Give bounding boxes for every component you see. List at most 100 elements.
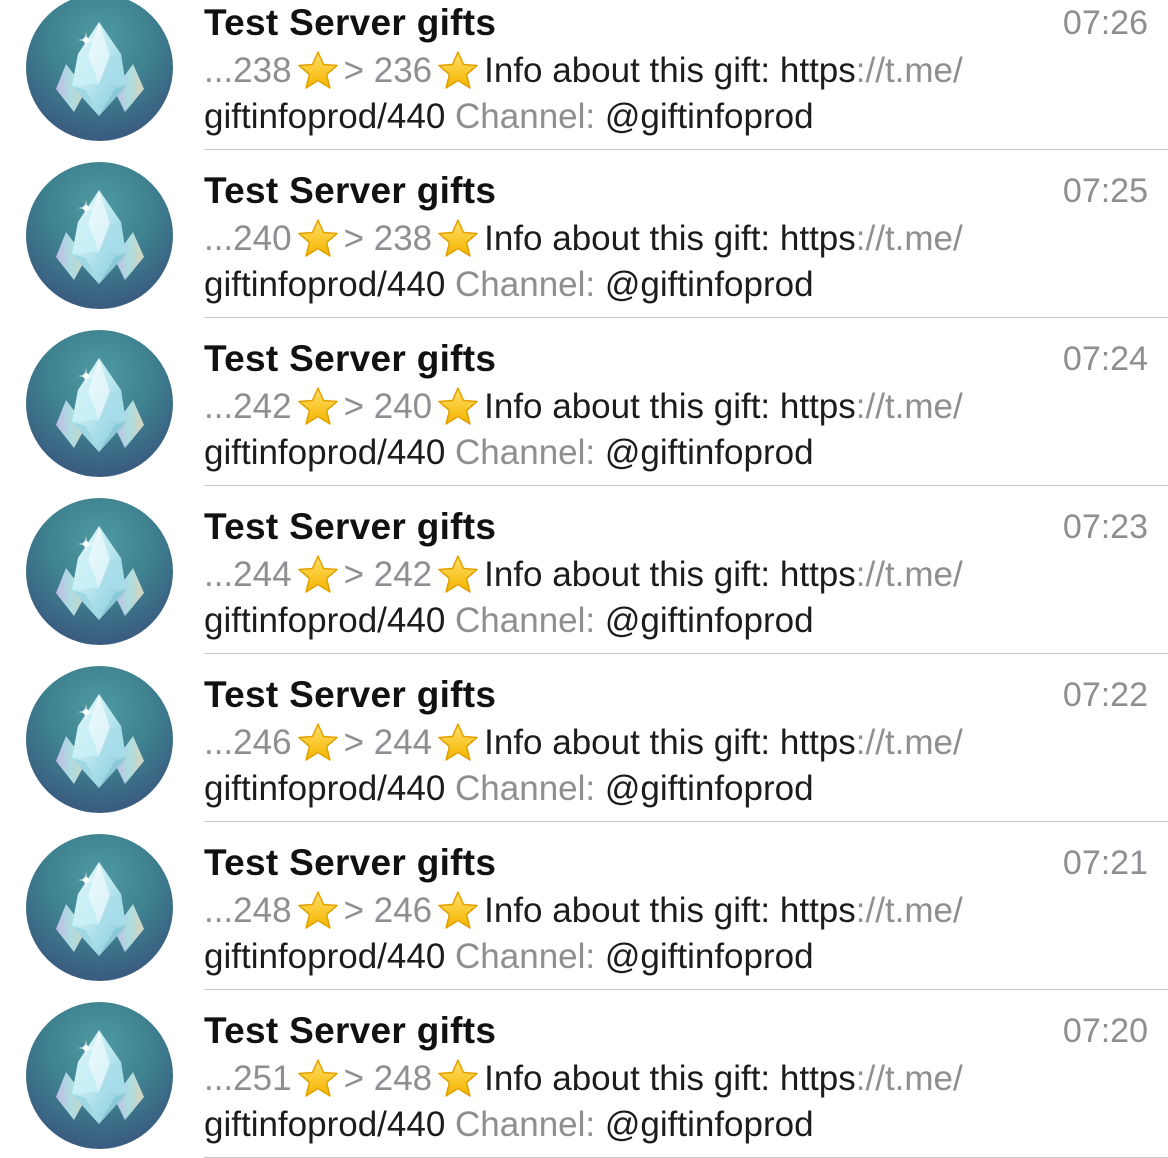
new-price: > 246 [343, 891, 433, 930]
info-text: Info about this gift: [484, 1059, 771, 1098]
crystal-gift-icon [26, 0, 173, 141]
star-emoji-icon [296, 1058, 340, 1098]
chat-list-item[interactable]: Test Server gifts 07:23 ...244 > 242 Inf… [0, 486, 1168, 654]
link-scheme: https [779, 387, 856, 426]
link-scheme: https [779, 1059, 856, 1098]
channel-handle: @giftinfoprod [604, 433, 814, 472]
channel-label: Channel: [455, 433, 596, 472]
new-price: > 236 [343, 51, 433, 90]
link-host: ://t.me/ [855, 555, 963, 594]
channel-handle: @giftinfoprod [604, 769, 814, 808]
old-price: ...246 [204, 723, 292, 762]
chat-timestamp: 07:23 [1062, 508, 1148, 546]
new-price: > 248 [343, 1059, 433, 1098]
crystal-gift-icon [26, 834, 173, 981]
old-price: ...238 [204, 51, 292, 90]
message-preview: ...251 > 248 Info about this gift: https… [204, 1056, 1104, 1148]
link-path: giftinfoprod/440 [204, 769, 446, 808]
link-host: ://t.me/ [855, 387, 963, 426]
chat-timestamp: 07:25 [1062, 172, 1148, 210]
star-emoji-icon [296, 554, 340, 594]
chat-title: Test Server gifts [204, 842, 497, 883]
star-emoji-icon [436, 722, 480, 762]
star-emoji-icon [436, 218, 480, 258]
link-scheme: https [779, 891, 856, 930]
new-price: > 244 [343, 723, 433, 762]
star-emoji-icon [436, 386, 480, 426]
info-text: Info about this gift: [484, 387, 771, 426]
channel-handle: @giftinfoprod [604, 265, 814, 304]
link-host: ://t.me/ [855, 219, 963, 258]
link-host: ://t.me/ [855, 1059, 963, 1098]
new-price: > 242 [343, 555, 433, 594]
new-price: > 238 [343, 219, 433, 258]
old-price: ...242 [204, 387, 292, 426]
chat-title: Test Server gifts [204, 2, 497, 43]
chat-list-item[interactable]: Test Server gifts 07:22 ...246 > 244 Inf… [0, 654, 1168, 822]
message-preview: ...238 > 236 Info about this gift: https… [204, 48, 1104, 140]
channel-handle: @giftinfoprod [604, 97, 814, 136]
star-emoji-icon [296, 50, 340, 90]
channel-handle: @giftinfoprod [604, 601, 814, 640]
old-price: ...251 [204, 1059, 292, 1098]
old-price: ...240 [204, 219, 292, 258]
crystal-gift-icon [26, 498, 173, 645]
chat-timestamp: 07:22 [1062, 676, 1148, 714]
old-price: ...244 [204, 555, 292, 594]
link-scheme: https [779, 723, 856, 762]
link-scheme: https [779, 51, 856, 90]
channel-label: Channel: [455, 769, 596, 808]
old-price: ...248 [204, 891, 292, 930]
chat-title: Test Server gifts [204, 338, 497, 379]
link-host: ://t.me/ [855, 51, 963, 90]
chat-timestamp: 07:26 [1062, 4, 1148, 42]
star-emoji-icon [296, 218, 340, 258]
chat-timestamp: 07:21 [1062, 844, 1148, 882]
info-text: Info about this gift: [484, 723, 771, 762]
chat-list-item[interactable]: Test Server gifts 07:21 ...248 > 246 Inf… [0, 822, 1168, 990]
star-emoji-icon [436, 890, 480, 930]
channel-label: Channel: [455, 601, 596, 640]
star-emoji-icon [436, 1058, 480, 1098]
link-path: giftinfoprod/440 [204, 433, 446, 472]
chat-list: Test Server gifts 07:26 ...238 > 236 Inf… [0, 0, 1168, 1158]
link-host: ://t.me/ [855, 891, 963, 930]
link-scheme: https [779, 555, 856, 594]
chat-list-item[interactable]: Test Server gifts 07:26 ...238 > 236 Inf… [0, 0, 1168, 150]
message-preview: ...240 > 238 Info about this gift: https… [204, 216, 1104, 308]
star-emoji-icon [296, 386, 340, 426]
link-scheme: https [779, 219, 856, 258]
message-preview: ...242 > 240 Info about this gift: https… [204, 384, 1104, 476]
channel-label: Channel: [455, 937, 596, 976]
chat-list-item[interactable]: Test Server gifts 07:20 ...251 > 248 Inf… [0, 990, 1168, 1158]
crystal-gift-icon [26, 330, 173, 477]
info-text: Info about this gift: [484, 891, 771, 930]
chat-timestamp: 07:20 [1062, 1012, 1148, 1050]
star-emoji-icon [436, 554, 480, 594]
channel-label: Channel: [455, 1105, 596, 1144]
crystal-gift-icon [26, 162, 173, 309]
info-text: Info about this gift: [484, 51, 771, 90]
chat-title: Test Server gifts [204, 674, 497, 715]
star-emoji-icon [436, 50, 480, 90]
channel-label: Channel: [455, 265, 596, 304]
info-text: Info about this gift: [484, 555, 771, 594]
link-path: giftinfoprod/440 [204, 1105, 446, 1144]
chat-list-item[interactable]: Test Server gifts 07:25 ...240 > 238 Inf… [0, 150, 1168, 318]
link-path: giftinfoprod/440 [204, 937, 446, 976]
star-emoji-icon [296, 722, 340, 762]
chat-list-item[interactable]: Test Server gifts 07:24 ...242 > 240 Inf… [0, 318, 1168, 486]
chat-timestamp: 07:24 [1062, 340, 1148, 378]
chat-title: Test Server gifts [204, 506, 497, 547]
new-price: > 240 [343, 387, 433, 426]
link-path: giftinfoprod/440 [204, 265, 446, 304]
channel-handle: @giftinfoprod [604, 937, 814, 976]
message-preview: ...246 > 244 Info about this gift: https… [204, 720, 1104, 812]
link-path: giftinfoprod/440 [204, 97, 446, 136]
link-path: giftinfoprod/440 [204, 601, 446, 640]
chat-title: Test Server gifts [204, 170, 497, 211]
crystal-gift-icon [26, 1002, 173, 1149]
info-text: Info about this gift: [484, 219, 771, 258]
chat-title: Test Server gifts [204, 1010, 497, 1051]
message-preview: ...244 > 242 Info about this gift: https… [204, 552, 1104, 644]
